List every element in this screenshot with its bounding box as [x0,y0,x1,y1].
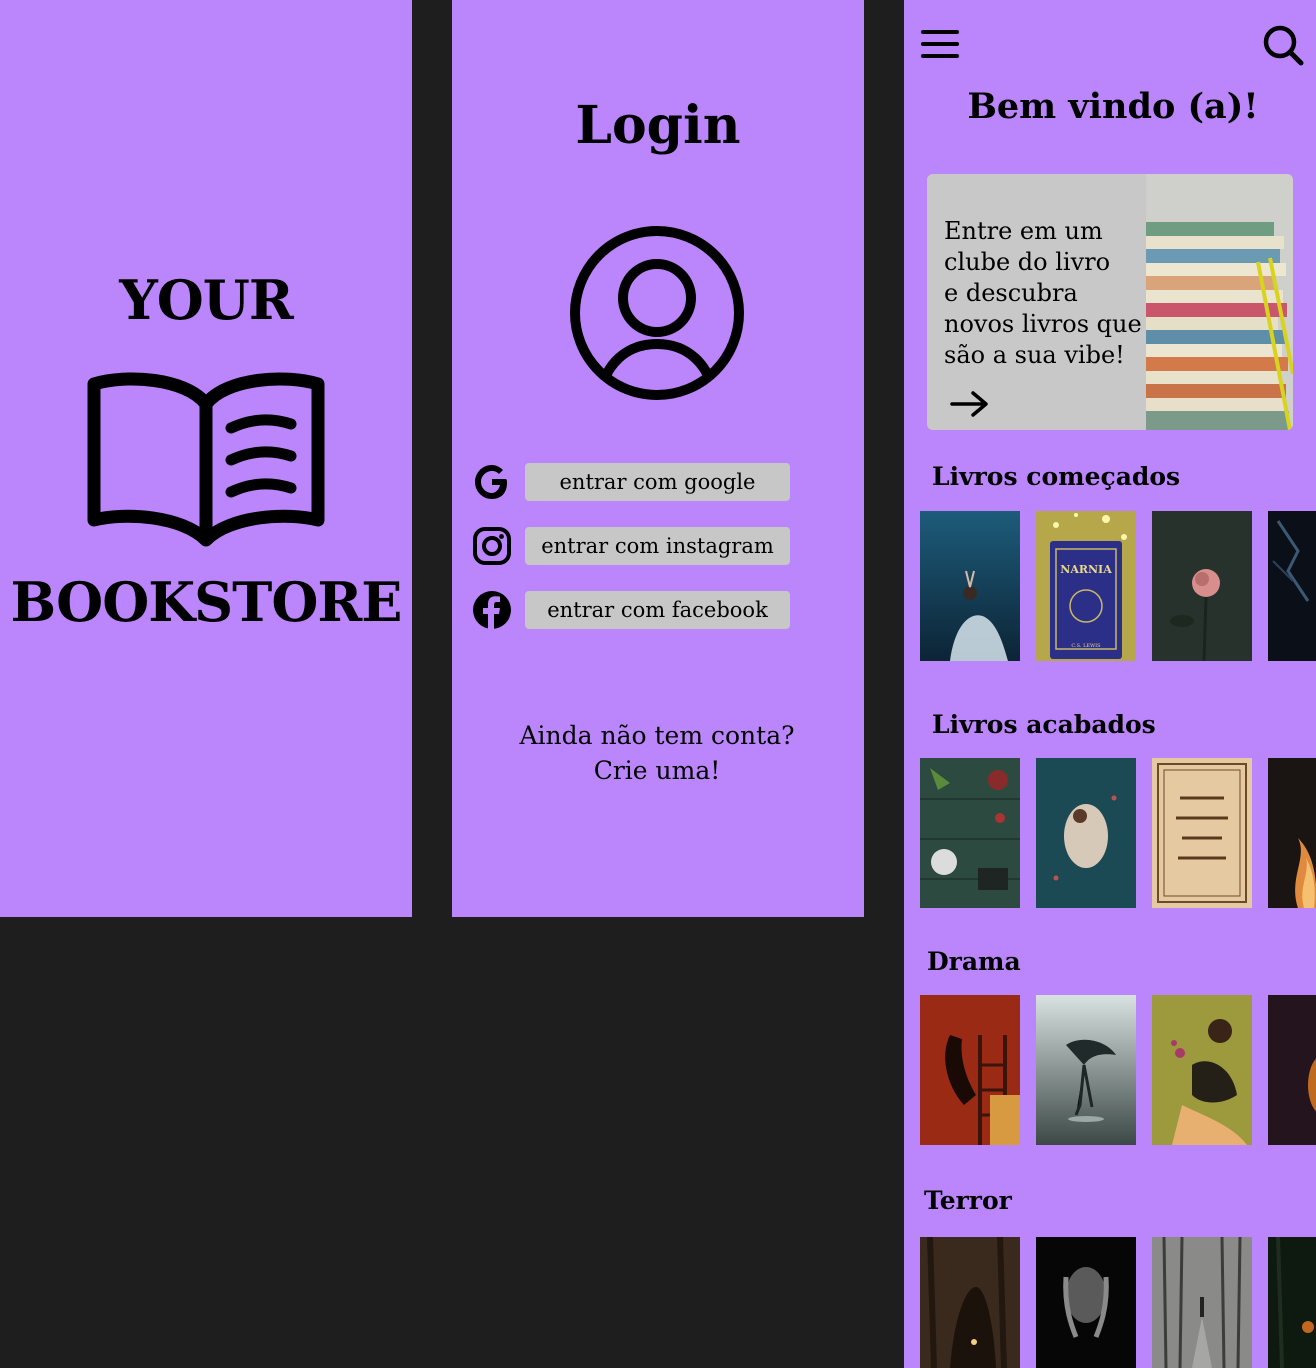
shelf-finished [920,758,1316,908]
banner-text: Entre em um clube do livro e descubra no… [944,216,1144,371]
book-cover[interactable] [1152,511,1252,661]
google-login-button[interactable]: entrar com google [525,463,790,501]
google-icon[interactable] [472,462,512,502]
signup-cta[interactable]: Crie uma! [452,753,862,788]
book-cover[interactable] [1268,511,1316,661]
book-cover[interactable] [1268,1237,1316,1368]
book-cover[interactable] [920,758,1020,908]
instagram-icon[interactable] [472,526,512,566]
book-cover[interactable] [1268,995,1316,1145]
book-cover[interactable] [920,511,1020,661]
section-title-finished: Livros acabados [932,710,1156,739]
book-stack-image [1146,174,1293,430]
open-book-icon [87,372,325,547]
book-cover[interactable] [1152,758,1252,908]
book-cover[interactable] [1152,995,1252,1145]
instagram-login-button[interactable]: entrar com instagram [525,527,790,565]
banner-line: Entre em um [944,217,1103,245]
home-screen: Bem vindo (a)! Entre em um clube do livr… [904,0,1316,1368]
section-title-drama: Drama [927,947,1021,976]
hamburger-menu-icon[interactable] [920,26,960,62]
signup-link[interactable]: Ainda não tem conta? Crie uma! [452,718,862,788]
cover-author: C.S. LEWIS [1071,643,1101,649]
book-cover[interactable] [1036,1237,1136,1368]
signup-question: Ainda não tem conta? [519,721,795,750]
arrow-right-icon[interactable] [949,389,991,419]
instagram-login-row: entrar com instagram [472,526,792,566]
book-cover[interactable] [1268,758,1316,908]
brand-word-your: YOUR [119,268,294,332]
banner-line: são a sua vibe! [944,341,1125,369]
book-cover[interactable] [1036,758,1136,908]
book-cover[interactable] [920,995,1020,1145]
cover-title: NARNIA [1060,563,1112,576]
facebook-login-row: entrar com facebook [472,590,792,630]
facebook-login-button[interactable]: entrar com facebook [525,591,790,629]
shelf-terror [920,1237,1316,1368]
banner-line: e descubra [944,279,1078,307]
book-cover[interactable] [920,1237,1020,1368]
user-circle-icon [570,226,744,400]
splash-screen: YOUR BOOKSTORE [0,0,412,917]
search-icon[interactable] [1262,24,1304,66]
banner-line: novos livros que [944,310,1142,338]
book-cover[interactable] [1036,995,1136,1145]
book-cover[interactable] [1152,1237,1252,1368]
book-club-banner[interactable]: Entre em um clube do livro e descubra no… [927,174,1293,430]
welcome-heading: Bem vindo (a)! [967,86,1259,127]
login-title: Login [575,95,741,156]
google-login-row: entrar com google [472,462,792,502]
shelf-drama [920,995,1316,1145]
section-title-terror: Terror [924,1186,1012,1215]
facebook-icon[interactable] [472,590,512,630]
banner-line: clube do livro [944,248,1111,276]
book-cover[interactable]: NARNIA C.S. LEWIS [1036,511,1136,661]
shelf-started: NARNIA C.S. LEWIS [920,511,1316,661]
section-title-started: Livros começados [932,462,1181,491]
brand-word-bookstore: BOOKSTORE [10,570,403,634]
login-screen: Login entrar com google entrar com insta… [452,0,864,917]
